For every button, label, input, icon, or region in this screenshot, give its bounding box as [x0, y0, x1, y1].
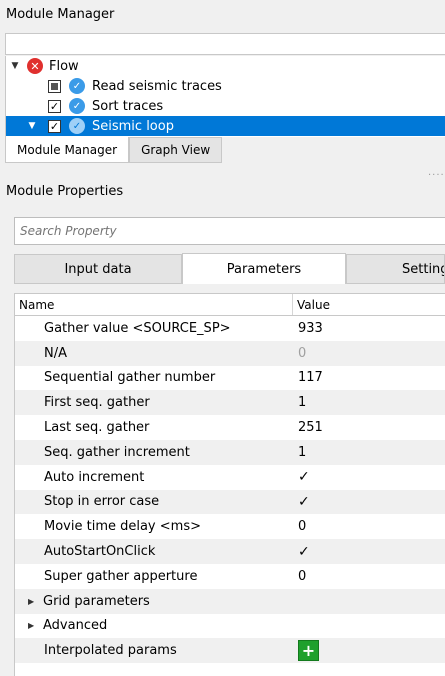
expand-arrow-icon[interactable]: ▶ [28, 621, 43, 630]
property-row[interactable]: Sequential gather number 117 [15, 366, 445, 391]
property-row[interactable]: Auto increment ✓ [15, 465, 445, 490]
tab-module-manager[interactable]: Module Manager [5, 137, 130, 163]
property-name: Gather value <SOURCE_SP> [44, 320, 231, 336]
tree-item-flow[interactable]: ▼ ✕ Flow [6, 56, 445, 76]
tree-item-sort-traces[interactable]: ✓ ✓ Sort traces [6, 96, 445, 116]
property-value[interactable]: 933 [293, 316, 323, 341]
property-row[interactable]: Gather value <SOURCE_SP> 933 [15, 316, 445, 341]
property-row[interactable]: Movie time delay <ms> 0 [15, 514, 445, 539]
checkbox-checkmark-icon[interactable]: ✓ [293, 490, 310, 515]
property-row[interactable]: Last seq. gather 251 [15, 415, 445, 440]
property-row[interactable]: AutoStartOnClick ✓ [15, 539, 445, 564]
property-value[interactable]: 117 [293, 366, 323, 391]
property-value[interactable]: 0 [293, 514, 306, 539]
ok-check-icon: ✓ [69, 98, 85, 114]
property-name: Advanced [43, 618, 108, 634]
property-name: Interpolated params [44, 643, 177, 659]
property-row[interactable]: N/A 0 [15, 340, 445, 366]
property-value[interactable]: 251 [293, 415, 323, 440]
module-manager-title: Module Manager [6, 7, 115, 22]
property-row[interactable]: First seq. gather 1 [15, 390, 445, 416]
module-manager-tabs: Module Manager Graph View [5, 137, 223, 163]
ok-check-icon: ✓ [69, 118, 85, 134]
partial-checkbox[interactable] [48, 79, 61, 93]
tree-header [5, 33, 445, 55]
expand-arrow-icon[interactable]: ▶ [28, 597, 43, 606]
property-row[interactable]: Seq. gather increment 1 [15, 439, 445, 465]
expand-arrow-icon[interactable]: ▼ [26, 121, 38, 131]
checkbox-checkmark-icon[interactable]: ✓ [293, 465, 310, 490]
splitter-handle[interactable]: ..... [428, 167, 445, 178]
property-group-row[interactable]: ▶ Advanced [15, 614, 445, 639]
property-value[interactable]: 1 [293, 390, 306, 415]
tree-item-seismic-loop[interactable]: ▼ ✓ ✓ Seismic loop [6, 116, 445, 136]
property-group-row[interactable]: ▶ Grid parameters [15, 588, 445, 614]
search-property-input[interactable] [14, 217, 445, 245]
tab-parameters[interactable]: Parameters [182, 253, 346, 284]
tree-item-label: Seismic loop [92, 118, 174, 134]
checkbox-checkmark-icon[interactable]: ✓ [293, 539, 310, 564]
property-name: Movie time delay <ms> [44, 519, 201, 535]
column-header-value[interactable]: Value [293, 294, 330, 315]
module-properties-title: Module Properties [6, 184, 124, 199]
tab-settings[interactable]: Settings [346, 254, 445, 284]
property-value[interactable]: 1 [293, 440, 306, 465]
add-icon[interactable]: + [298, 640, 319, 662]
ok-check-icon: ✓ [69, 78, 85, 94]
tab-graph-view[interactable]: Graph View [129, 137, 223, 163]
property-tabs: Input data Parameters Settings [14, 253, 445, 284]
property-name: Auto increment [44, 469, 145, 485]
tree-item-label: Flow [49, 58, 79, 74]
property-name: First seq. gather [44, 395, 150, 411]
property-value[interactable]: 0 [293, 564, 306, 589]
tree-item-read-seismic-traces[interactable]: ✓ Read seismic traces [6, 76, 445, 96]
column-header-name[interactable]: Name [15, 294, 293, 315]
tree-item-label: Read seismic traces [92, 78, 222, 94]
property-name: Sequential gather number [44, 370, 216, 386]
property-grid: Name Value Gather value <SOURCE_SP> 933 … [14, 293, 445, 676]
property-row[interactable]: Super gather apperture 0 [15, 564, 445, 589]
property-name: N/A [44, 345, 67, 361]
property-value [293, 614, 298, 639]
tree-item-label: Sort traces [92, 98, 164, 114]
property-name: Last seq. gather [44, 420, 150, 436]
collapse-arrow-icon[interactable]: ▼ [9, 61, 21, 71]
property-name: Seq. gather increment [44, 444, 190, 460]
error-icon: ✕ [27, 58, 43, 74]
property-name: Super gather apperture [44, 568, 198, 584]
property-value [293, 589, 298, 614]
module-tree: ▼ ✕ Flow ✓ Read seismic traces ✓ ✓ Sort … [5, 56, 445, 137]
property-name: Stop in error case [44, 494, 160, 510]
property-row[interactable]: Interpolated params + [15, 638, 445, 664]
property-name: Grid parameters [43, 593, 150, 609]
property-row[interactable]: Stop in error case ✓ [15, 489, 445, 515]
checkbox[interactable]: ✓ [48, 99, 61, 113]
property-value[interactable]: 0 [293, 341, 306, 366]
property-name: AutoStartOnClick [44, 544, 156, 560]
tab-input-data[interactable]: Input data [14, 254, 182, 284]
checkbox[interactable]: ✓ [48, 119, 61, 133]
grid-header: Name Value [15, 294, 445, 316]
